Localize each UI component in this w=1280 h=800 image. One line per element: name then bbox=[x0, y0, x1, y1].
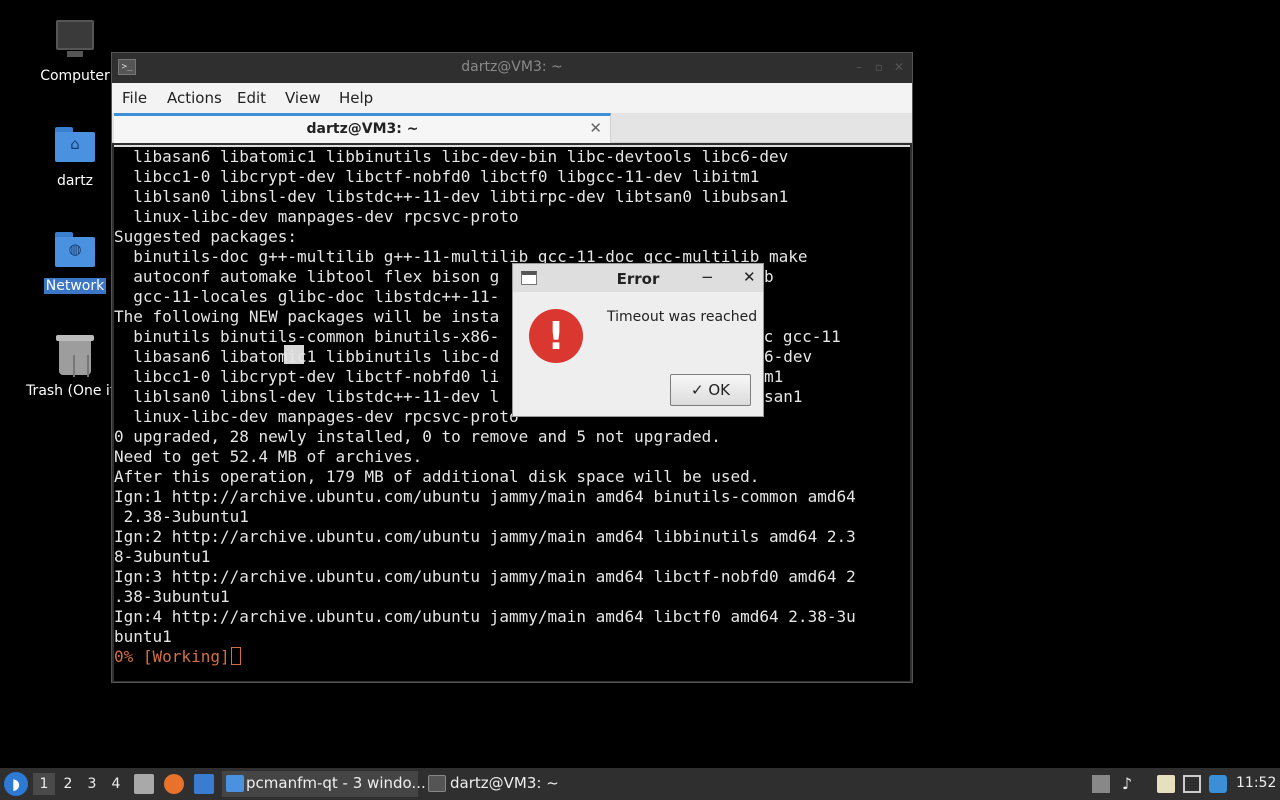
volume-icon[interactable]: ♪ bbox=[1118, 775, 1136, 793]
terminal-line: Suggested packages: bbox=[114, 227, 298, 246]
task-label: pcmanfm-qt - 3 windo... bbox=[246, 774, 426, 792]
error-dialog-title: Error bbox=[616, 270, 660, 288]
desktop: Computer ⌂ dartz ◍ Network Trash (One it… bbox=[0, 0, 1280, 768]
terminal-line: gcc-11-locales glibc-doc libstdc++-11- bbox=[114, 287, 500, 306]
terminal-line: Need to get 52.4 MB of archives. bbox=[114, 447, 423, 466]
home-folder-icon: ⌂ bbox=[53, 123, 97, 167]
tab-close-icon[interactable]: ✕ bbox=[589, 119, 602, 137]
close-icon[interactable]: ✕ bbox=[743, 268, 756, 286]
minimize-icon[interactable]: − bbox=[701, 268, 714, 286]
terminal-menubar: File Actions Edit View Help bbox=[112, 83, 912, 113]
terminal-window-title: dartz@VM3: ~ bbox=[461, 59, 563, 75]
clipboard-icon[interactable] bbox=[1157, 775, 1175, 793]
terminal-line: binutils binutils-common binutils-x86- bbox=[114, 327, 500, 346]
task-pcmanfm[interactable]: pcmanfm-qt - 3 windo... bbox=[222, 771, 426, 797]
terminal-tab[interactable]: dartz@VM3: ~ ✕ bbox=[114, 113, 611, 143]
terminal-line: The following NEW packages will be insta bbox=[114, 307, 500, 326]
ok-button[interactable]: ✓ OK bbox=[670, 374, 751, 406]
network-icon[interactable] bbox=[1183, 775, 1201, 793]
terminal-line-fragment: m1 bbox=[764, 367, 784, 386]
menu-file[interactable]: File bbox=[122, 89, 147, 107]
workspace-3[interactable]: 3 bbox=[81, 773, 103, 795]
terminal-line: After this operation, 179 MB of addition… bbox=[114, 467, 760, 486]
error-icon: ! bbox=[529, 309, 583, 363]
terminal-line: autoconf automake libtool flex bison g bbox=[114, 267, 500, 286]
terminal-line: Ign:4 http://archive.ubuntu.com/ubuntu j… bbox=[114, 607, 856, 626]
menu-view[interactable]: View bbox=[285, 89, 321, 107]
desktop-icon-label: Network bbox=[43, 278, 107, 294]
firefox-launcher-icon[interactable] bbox=[164, 774, 184, 794]
task-terminal[interactable]: dartz@VM3: ~ bbox=[424, 771, 574, 797]
terminal-line-fragment: cc gcc-11 bbox=[754, 327, 841, 346]
terminal-line: Ign:2 http://archive.ubuntu.com/ubuntu j… bbox=[114, 527, 856, 546]
progress-text: 0% [Working] bbox=[114, 647, 230, 666]
menu-help[interactable]: Help bbox=[339, 89, 373, 107]
minimize-icon[interactable]: – bbox=[852, 60, 866, 74]
network-folder-icon: ◍ bbox=[53, 228, 97, 272]
tab-label: dartz@VM3: ~ bbox=[306, 121, 419, 137]
trash-icon bbox=[53, 333, 97, 377]
terminal-line: 0 upgraded, 28 newly installed, 0 to rem… bbox=[114, 427, 721, 446]
terminal-line: liblsan0 libnsl-dev libstdc++-11-dev lib… bbox=[114, 187, 789, 206]
menu-actions[interactable]: Actions bbox=[167, 89, 222, 107]
terminal-tabbar: dartz@VM3: ~ ✕ bbox=[112, 113, 912, 143]
desktop-icon-label: dartz bbox=[56, 173, 94, 189]
clock[interactable]: 11:52 bbox=[1236, 775, 1276, 791]
desktop-icon-label: Computer bbox=[40, 68, 110, 84]
terminal-line: libasan6 libatomic1 libbinutils libc-d bbox=[114, 347, 500, 366]
terminal-line-fragment: 6-dev bbox=[764, 347, 813, 366]
close-icon[interactable]: ✕ bbox=[892, 60, 906, 74]
terminal-line-fragment: san1 bbox=[764, 387, 803, 406]
terminal-line: libcc1-0 libcrypt-dev libctf-nobfd0 li bbox=[114, 367, 500, 386]
workspace-1[interactable]: 1 bbox=[33, 773, 55, 795]
terminal-cursor bbox=[230, 647, 241, 665]
show-desktop-icon[interactable] bbox=[194, 774, 214, 794]
error-message: Timeout was reached bbox=[607, 309, 758, 325]
terminal-line-fragment: b bbox=[764, 267, 774, 286]
terminal-line: Ign:1 http://archive.ubuntu.com/ubuntu j… bbox=[114, 487, 856, 506]
terminal-line: Ign:3 http://archive.ubuntu.com/ubuntu j… bbox=[114, 567, 856, 586]
terminal-line: buntu1 bbox=[114, 627, 172, 646]
maximize-icon[interactable]: ▫ bbox=[872, 60, 886, 74]
error-dialog-titlebar[interactable]: Error − ✕ bbox=[513, 264, 763, 292]
computer-icon bbox=[53, 18, 97, 62]
terminal-icon bbox=[428, 775, 446, 792]
taskbar: ◗ 1 2 3 4 pcmanfm-qt - 3 windo... dartz@… bbox=[0, 768, 1280, 800]
file-manager-launcher-icon[interactable] bbox=[134, 774, 154, 794]
terminal-line: 2.38-3ubuntu1 bbox=[114, 507, 249, 526]
terminal-titlebar[interactable]: >_ dartz@VM3: ~ – ▫ ✕ bbox=[112, 53, 912, 83]
terminal-line: linux-libc-dev manpages-dev rpcsvc-proto bbox=[114, 207, 519, 226]
error-dialog[interactable]: Error − ✕ ! Timeout was reached ✓ OK bbox=[512, 263, 764, 417]
workspace-4[interactable]: 4 bbox=[105, 773, 127, 795]
task-label: dartz@VM3: ~ bbox=[450, 774, 559, 792]
terminal-line: .38-3ubuntu1 bbox=[114, 587, 230, 606]
terminal-line: 8-3ubuntu1 bbox=[114, 547, 211, 566]
menu-edit[interactable]: Edit bbox=[237, 89, 266, 107]
terminal-line: linux-libc-dev manpages-dev rpcsvc-proto bbox=[114, 407, 519, 426]
update-notifier-icon[interactable] bbox=[1209, 775, 1227, 793]
folder-icon bbox=[226, 775, 244, 792]
workspace-2[interactable]: 2 bbox=[57, 773, 79, 795]
terminal-line: libcc1-0 libcrypt-dev libctf-nobfd0 libc… bbox=[114, 167, 760, 186]
terminal-line: liblsan0 libnsl-dev libstdc++-11-dev l bbox=[114, 387, 500, 406]
tray-expand-icon[interactable] bbox=[1092, 775, 1110, 793]
progress-line: 0% [Working] bbox=[114, 647, 241, 667]
terminal-line: libasan6 libatomic1 libbinutils libc-dev… bbox=[114, 147, 789, 166]
start-menu-icon[interactable]: ◗ bbox=[4, 772, 28, 796]
